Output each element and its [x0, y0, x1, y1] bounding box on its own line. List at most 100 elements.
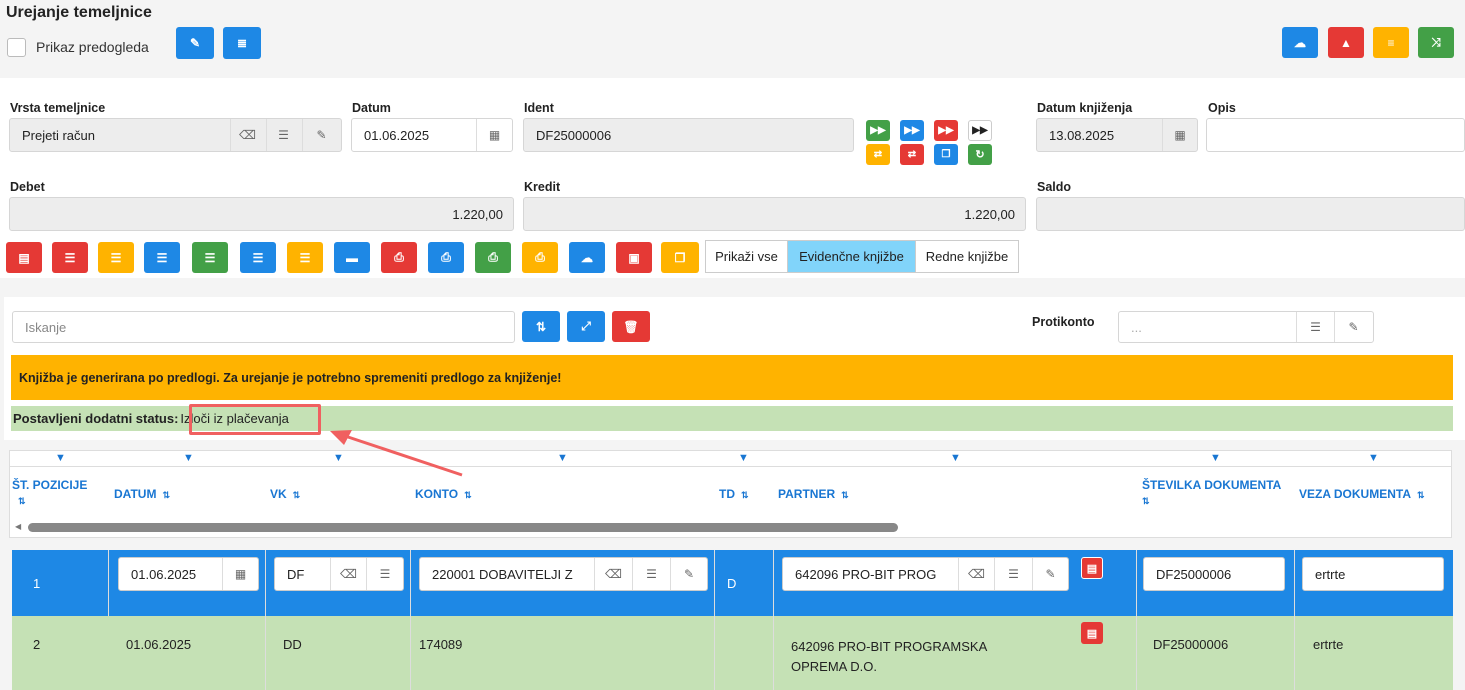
expand-button[interactable]: ⤢: [567, 311, 605, 342]
filter-icon[interactable]: ▼: [55, 452, 66, 464]
col-stevilka[interactable]: ŠTEVILKA DOKUMENTA ⇅: [1142, 478, 1281, 509]
filter-icon[interactable]: ▼: [950, 452, 961, 464]
play-button[interactable]: ▣: [616, 242, 652, 273]
print-red-button[interactable]: ⎙: [381, 242, 417, 273]
col-sep: [265, 550, 266, 690]
list-icon[interactable]: ☰: [366, 558, 403, 590]
col-partner[interactable]: PARTNER ⇅: [778, 487, 849, 501]
menu-button[interactable]: ≡: [1373, 27, 1409, 58]
warning-text: Knjižba je generirana po predlogi. Za ur…: [19, 370, 562, 385]
calendar-icon[interactable]: ▦: [222, 558, 258, 590]
scroll-left-arrow[interactable]: ◀: [15, 522, 21, 531]
sync-button[interactable]: ↻: [968, 144, 992, 165]
row2-doc-button[interactable]: ▤: [1081, 622, 1103, 644]
forward-blue-button[interactable]: ▶▶: [900, 120, 924, 141]
row1-td: D: [727, 576, 737, 591]
ident-field[interactable]: DF25000006: [523, 118, 854, 152]
eraser-icon[interactable]: ⌫: [594, 558, 632, 590]
table-row[interactable]: [12, 616, 1453, 690]
list-icon[interactable]: ☰: [266, 119, 300, 151]
refresh-red-button[interactable]: ⇄: [900, 144, 924, 165]
col-td[interactable]: TD ⇅: [719, 487, 749, 501]
forward-red-button[interactable]: ▶▶: [934, 120, 958, 141]
filter-icon[interactable]: ▼: [557, 452, 568, 464]
toolbar-btn-8[interactable]: ▬: [334, 242, 370, 273]
print-icon: ⎙: [394, 250, 404, 264]
col-datum[interactable]: DATUM ⇅: [114, 487, 170, 501]
col-veza[interactable]: VEZA DOKUMENTA ⇅: [1299, 487, 1425, 501]
col-konto[interactable]: KONTO ⇅: [415, 487, 472, 501]
search-input[interactable]: Iskanje: [12, 311, 515, 343]
eraser-icon[interactable]: ⌫: [230, 119, 264, 151]
toolbar-btn-1[interactable]: ▤: [6, 242, 42, 273]
sort-button[interactable]: ⇅: [522, 311, 560, 342]
evidencne-button[interactable]: Evidenčne knjižbe: [787, 240, 916, 273]
edit-button[interactable]: ✎: [176, 27, 214, 59]
card-icon: ▬: [346, 250, 358, 265]
toolbar-btn-3[interactable]: ☰: [98, 242, 134, 273]
horizontal-scrollbar[interactable]: [28, 523, 898, 532]
calendar-icon[interactable]: ▦: [1162, 119, 1197, 151]
datum-knjizenja-value: 13.08.2025: [1049, 127, 1115, 143]
document-icon: ▤: [18, 250, 30, 265]
list-button[interactable]: ≣: [223, 27, 261, 59]
filter-icon[interactable]: ▼: [1368, 452, 1379, 464]
eraser-icon[interactable]: ⌫: [958, 558, 994, 590]
opis-field[interactable]: [1206, 118, 1465, 152]
col-sep: [410, 550, 411, 690]
ident-label: Ident: [524, 101, 554, 115]
toolbar-btn-6[interactable]: ☰: [240, 242, 276, 273]
warning-banner: Knjižba je generirana po predlogi. Za ur…: [11, 355, 1453, 400]
pencil-icon[interactable]: ✎: [1032, 558, 1068, 590]
expand-icon: ⤢: [581, 319, 591, 333]
copy-doc-button[interactable]: ❐: [661, 242, 699, 273]
upload-button[interactable]: ☁: [569, 242, 605, 273]
cloud-upload-button[interactable]: ☁: [1282, 27, 1318, 58]
list-icon[interactable]: ☰: [994, 558, 1032, 590]
print-orange-button[interactable]: ⎙: [522, 242, 558, 273]
copy-button[interactable]: ❐: [934, 144, 958, 165]
pencil-icon[interactable]: ✎: [670, 558, 707, 590]
print-green-button[interactable]: ⎙: [475, 242, 511, 273]
eraser-icon[interactable]: ⌫: [330, 558, 366, 590]
pencil-icon[interactable]: ✎: [302, 119, 340, 151]
kredit-field: 1.220,00: [523, 197, 1026, 231]
prikazi-vse-button[interactable]: Prikaži vse: [705, 240, 788, 273]
list-icon[interactable]: ☰: [1296, 312, 1334, 342]
row1-veza-input[interactable]: ertrte: [1302, 557, 1444, 591]
print-icon: ⎙: [488, 250, 498, 264]
toolbar-btn-5[interactable]: ☰: [192, 242, 228, 273]
refresh-orange-button[interactable]: ⇄: [866, 144, 890, 165]
col-pozicija[interactable]: ŠT. POZICIJE ⇅: [12, 478, 102, 509]
toolbar-btn-7[interactable]: ☰: [287, 242, 323, 273]
edit-icon[interactable]: ✎: [1334, 312, 1372, 342]
row1-doc-button[interactable]: ▤: [1081, 557, 1103, 579]
shuffle-button[interactable]: ⤨: [1418, 27, 1454, 58]
filter-icon[interactable]: ▼: [738, 452, 749, 464]
row2-stevilka: DF25000006: [1153, 637, 1229, 652]
forward-green-button[interactable]: ▶▶: [866, 120, 890, 141]
redne-button[interactable]: Redne knjižbe: [915, 240, 1019, 273]
shuffle-icon: ⤨: [1431, 35, 1441, 49]
toolbar-btn-2[interactable]: ☰: [52, 242, 88, 273]
filter-icon[interactable]: ▼: [183, 452, 194, 464]
cloud-upload-icon: ☁: [581, 250, 593, 265]
list-icon[interactable]: ☰: [632, 558, 670, 590]
preview-checkbox[interactable]: [7, 38, 26, 57]
row1-stevilka-input[interactable]: DF25000006: [1143, 557, 1285, 591]
row2-datum: 01.06.2025: [126, 637, 192, 652]
toolbar-btn-4[interactable]: ☰: [144, 242, 180, 273]
calendar-icon[interactable]: ▦: [476, 119, 512, 151]
warning-button[interactable]: ▲: [1328, 27, 1364, 58]
sort-icon: ⇅: [535, 319, 547, 334]
row2-poz: 2: [33, 637, 41, 652]
datum-label: Datum: [352, 101, 391, 115]
forward-white-button[interactable]: ▶▶: [968, 120, 992, 141]
print-icon: ⎙: [535, 250, 545, 264]
print-blue-button[interactable]: ⎙: [428, 242, 464, 273]
filter-icon[interactable]: ▼: [1210, 452, 1221, 464]
row2-veza: ertrte: [1313, 637, 1344, 652]
col-vk[interactable]: VK ⇅: [270, 487, 300, 501]
trash-icon: 🗑: [623, 319, 639, 334]
delete-button[interactable]: 🗑: [612, 311, 650, 342]
